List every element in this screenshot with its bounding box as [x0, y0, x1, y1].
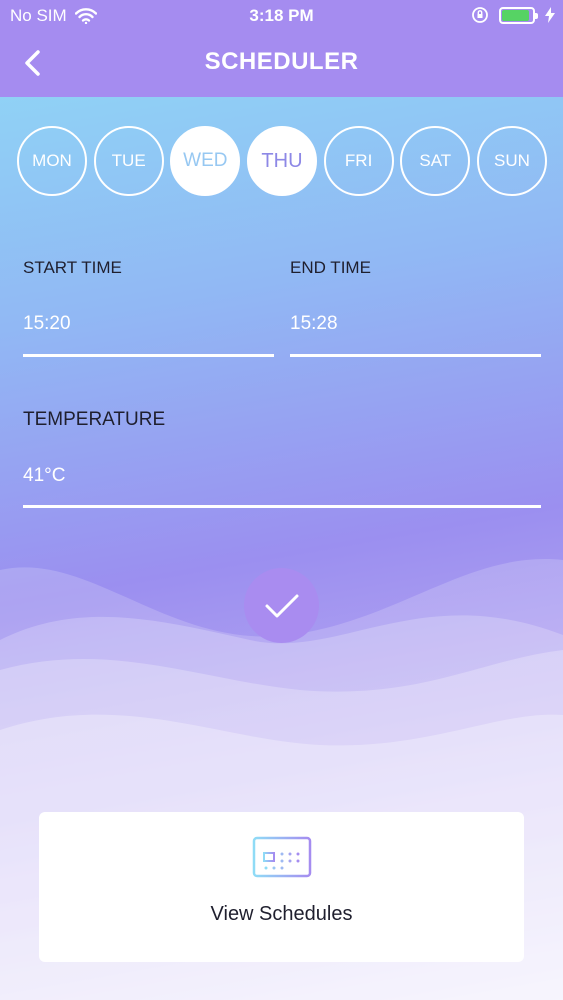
start-time-field[interactable]: 15:20: [23, 313, 71, 335]
end-time-underline: [290, 354, 541, 357]
day-wed[interactable]: WED: [170, 126, 241, 196]
day-sun[interactable]: SUN: [476, 126, 547, 196]
orientation-lock-icon: [472, 7, 488, 23]
day-fri[interactable]: FRI: [323, 126, 394, 196]
page-title: SCHEDULER: [204, 48, 359, 75]
end-time-field[interactable]: 15:28: [290, 313, 338, 335]
calendar-icon: [252, 834, 312, 878]
temperature-underline: [23, 505, 541, 508]
day-sat[interactable]: SAT: [400, 126, 471, 196]
confirm-button[interactable]: [244, 568, 319, 643]
temperature-label: TEMPERATURE: [23, 409, 166, 430]
battery-fill: [502, 9, 529, 21]
checkmark-icon: [265, 594, 298, 617]
start-time-label: START TIME: [23, 258, 122, 277]
day-selector: MON TUE WED THU FRI SAT SUN: [17, 126, 547, 196]
temperature-field[interactable]: 41°C: [23, 465, 65, 487]
battery-icon: [499, 6, 538, 24]
day-thu[interactable]: THU: [246, 126, 317, 196]
top-bar: No SIM 3:18 PM SCHEDULER: [0, 0, 563, 97]
end-time-label: END TIME: [290, 258, 371, 277]
day-tue[interactable]: TUE: [93, 126, 164, 196]
day-mon[interactable]: MON: [17, 126, 87, 196]
view-schedules-label: View Schedules: [210, 903, 353, 925]
start-time-underline: [23, 354, 274, 357]
charging-bolt-icon: [545, 7, 555, 23]
view-schedules-button[interactable]: View Schedules: [39, 812, 524, 962]
status-bar: No SIM 3:18 PM: [0, 0, 563, 32]
